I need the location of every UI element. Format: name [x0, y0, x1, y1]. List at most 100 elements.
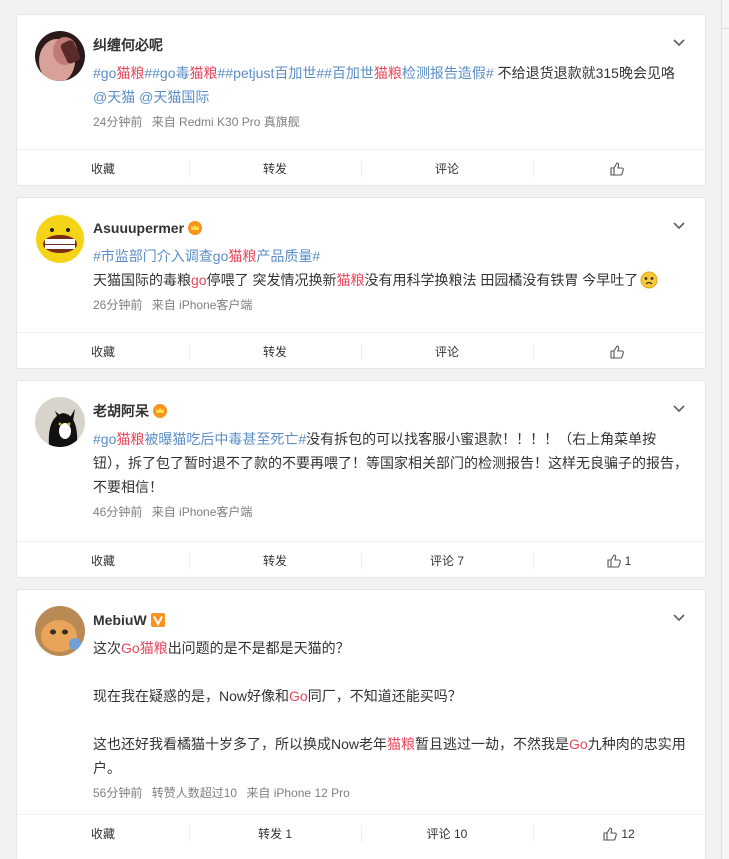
repost-button[interactable]: 转发: [189, 542, 361, 579]
repost-label: 转发: [262, 345, 287, 359]
like-button[interactable]: [533, 150, 705, 187]
comment-label: 评论 7: [429, 554, 464, 568]
topic-link[interactable]: 产品质量#: [256, 248, 320, 264]
post-time[interactable]: 56分钟前: [93, 786, 142, 800]
post-meta: 56分钟前 转赞人数超过10 来自 iPhone 12 Pro: [93, 784, 689, 802]
post-actions: 收藏 转发 评论: [17, 149, 705, 187]
avatar[interactable]: [35, 31, 85, 81]
right-scroll-edge: [721, 0, 729, 859]
topic-link[interactable]: #市监部门介入调查go: [93, 248, 228, 264]
keyword-highlight: 猫粮: [387, 736, 416, 752]
post-source: 来自 iPhone 12 Pro: [246, 786, 350, 800]
text-span: 暂且逃过一劫，不然我是: [415, 736, 570, 752]
chevron-down-icon[interactable]: [671, 401, 687, 417]
post-body: MebiuW 这次Go猫粮出问题的是不是都是天猫的？ 现在我在疑惑的是，Now好…: [17, 590, 705, 814]
favorite-button[interactable]: 收藏: [17, 333, 189, 370]
chevron-down-icon[interactable]: [671, 218, 687, 234]
text-span: 这次: [93, 640, 121, 656]
favorite-label: 收藏: [90, 827, 115, 841]
topic-link[interactable]: ##go: [144, 65, 175, 81]
repost-button[interactable]: 转发: [189, 333, 361, 370]
like-count: 1: [624, 553, 632, 568]
post-text: #go猫粮##go毒猫粮##petjust百加世##百加世猫粮检测报告造假# 不…: [93, 61, 689, 109]
post-time[interactable]: 24分钟前: [93, 115, 142, 129]
repost-button[interactable]: 转发: [189, 150, 361, 187]
text-span: 天猫国际的毒粮: [93, 272, 191, 288]
post-card-2: Asuuupermer #市监部门介入调查go猫粮产品质量# 天猫国际的毒粮go…: [16, 197, 706, 369]
repost-label: 转发: [262, 554, 287, 568]
topic-link[interactable]: 毒: [176, 65, 190, 81]
topic-link[interactable]: 被曝猫吃后中毒甚至死亡#: [144, 431, 306, 447]
like-count: 12: [621, 826, 635, 841]
post-actions: 收藏 转发 评论 7 1: [17, 541, 705, 579]
repost-button[interactable]: 转发 1: [189, 815, 361, 852]
favorite-label: 收藏: [90, 554, 115, 568]
post-time[interactable]: 26分钟前: [93, 298, 142, 312]
keyword-highlight: 猫粮: [189, 65, 218, 81]
keyword-highlight: 猫粮: [373, 65, 402, 81]
comment-label: 评论 10: [426, 827, 468, 841]
crown-badge-icon[interactable]: [153, 404, 167, 418]
topic-link[interactable]: #go: [93, 431, 116, 447]
post-actions: 收藏 转发 1 评论 10 12: [17, 814, 705, 852]
post-card-3: 老胡阿呆 #go猫粮被曝猫吃后中毒甚至死亡#没有拆包的可以找客服小蜜退款！！！！…: [16, 380, 706, 578]
topic-link[interactable]: #go: [93, 65, 116, 81]
keyword-highlight: Go: [289, 688, 308, 704]
keyword-highlight: 猫粮: [116, 431, 145, 447]
comment-button[interactable]: 评论: [361, 333, 533, 370]
worried-emoji-icon: [640, 271, 658, 289]
topic-link[interactable]: ##petjust百加世##百加世: [218, 65, 374, 81]
post-text: 这次Go猫粮出问题的是不是都是天猫的？ 现在我在疑惑的是，Now好像和Go同厂，…: [93, 636, 689, 780]
user-name[interactable]: 老胡阿呆: [93, 401, 149, 421]
text-span: 出问题的是不是都是天猫的？: [167, 640, 350, 656]
thumbs-up-icon: [610, 344, 624, 359]
post-source: 来自 Redmi K30 Pro 真旗舰: [151, 115, 300, 129]
post-card-4: MebiuW 这次Go猫粮出问题的是不是都是天猫的？ 现在我在疑惑的是，Now好…: [16, 589, 706, 859]
post-body: 老胡阿呆 #go猫粮被曝猫吃后中毒甚至死亡#没有拆包的可以找客服小蜜退款！！！！…: [17, 381, 705, 541]
post-extra: 转赞人数超过10: [151, 786, 238, 800]
like-button[interactable]: 1: [533, 542, 705, 579]
favorite-button[interactable]: 收藏: [17, 542, 189, 579]
comment-button[interactable]: 评论 10: [361, 815, 533, 852]
avatar[interactable]: [35, 214, 85, 264]
keyword-highlight: 猫粮: [336, 272, 365, 288]
comment-button[interactable]: 评论: [361, 150, 533, 187]
favorite-button[interactable]: 收藏: [17, 150, 189, 187]
avatar[interactable]: [35, 606, 85, 656]
repost-label: 转发: [262, 162, 287, 176]
keyword-highlight: 猫粮: [139, 640, 168, 656]
verified-v-badge-icon[interactable]: [150, 613, 165, 627]
like-button[interactable]: [533, 333, 705, 370]
topic-link[interactable]: 检测报告造假#: [402, 65, 494, 81]
user-name[interactable]: MebiuW: [93, 612, 147, 628]
post-meta: 26分钟前 来自 iPhone客户端: [93, 296, 689, 314]
post-actions: 收藏 转发 评论: [17, 332, 705, 370]
crown-badge-icon[interactable]: [188, 221, 203, 235]
chevron-down-icon[interactable]: [671, 610, 687, 626]
topic-link[interactable]: @天猫 @天猫国际: [93, 89, 209, 105]
post-time[interactable]: 46分钟前: [93, 505, 142, 519]
avatar[interactable]: [35, 397, 85, 447]
text-span: 停喂了 突发情况换新: [206, 272, 337, 288]
favorite-label: 收藏: [90, 345, 115, 359]
paragraph-2: 现在我在疑惑的是，Now好像和Go同厂，不知道还能买吗？: [93, 684, 689, 708]
chevron-down-icon[interactable]: [671, 35, 687, 51]
paragraph-3: 这也还好我看橘猫十岁多了，所以换成Now老年猫粮暂且逃过一劫，不然我是Go九种肉…: [93, 732, 689, 780]
comment-button[interactable]: 评论 7: [361, 542, 533, 579]
post-source: 来自 iPhone客户端: [151, 505, 253, 519]
topic-line: #市监部门介入调查go猫粮产品质量#: [93, 244, 689, 268]
user-name[interactable]: Asuuupermer: [93, 220, 184, 236]
post-meta: 46分钟前 来自 iPhone客户端: [93, 503, 689, 521]
keyword-highlight: Go: [121, 640, 140, 656]
favorite-label: 收藏: [90, 162, 115, 176]
post-body: 纠缠何必呢 #go猫粮##go毒猫粮##petjust百加世##百加世猫粮检测报…: [17, 15, 705, 149]
keyword-highlight: 猫粮: [228, 248, 257, 264]
like-button[interactable]: 12: [533, 815, 705, 852]
user-name[interactable]: 纠缠何必呢: [93, 35, 163, 55]
text-span: 这也还好我看橘猫十岁多了，所以换成Now老年: [93, 736, 388, 752]
favorite-button[interactable]: 收藏: [17, 815, 189, 852]
post-card-1: 纠缠何必呢 #go猫粮##go毒猫粮##petjust百加世##百加世猫粮检测报…: [16, 14, 706, 186]
repost-label: 转发 1: [257, 827, 292, 841]
keyword-highlight: 猫粮: [116, 65, 145, 81]
text-span: 现在我在疑惑的是，Now好像和: [93, 688, 290, 704]
